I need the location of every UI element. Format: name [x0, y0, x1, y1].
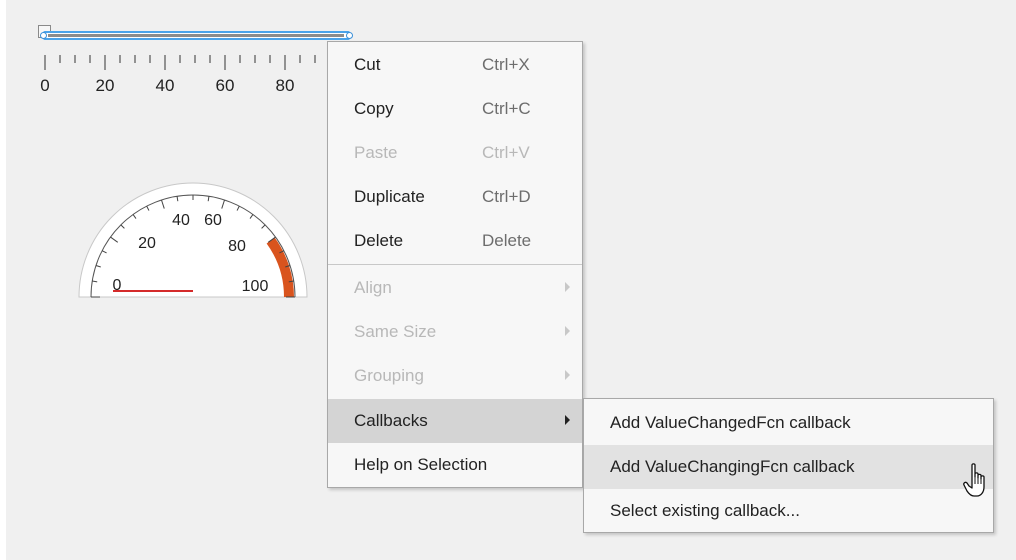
- menu-item-label: Duplicate: [354, 187, 425, 206]
- submenu-arrow-icon: [565, 326, 570, 336]
- submenu-arrow-icon: [565, 282, 570, 292]
- menu-item-label: Paste: [354, 143, 398, 162]
- menu-item-shortcut: Ctrl+V: [482, 143, 530, 162]
- slider-tick-label-40: 40: [155, 76, 175, 95]
- submenu-arrow-icon: [565, 415, 570, 425]
- menu-item-shortcut: Ctrl+X: [482, 55, 530, 74]
- submenu-arrow-icon: [565, 370, 570, 380]
- gauge-label-40: 40: [172, 212, 190, 229]
- menu-item-label: Add ValueChangedFcn callback: [610, 413, 851, 432]
- submenu-item-add-valuechangedfcn[interactable]: Add ValueChangedFcn callback: [584, 401, 993, 445]
- menu-item-label: Help on Selection: [354, 455, 488, 474]
- submenu-item-add-valuechangingfcn[interactable]: Add ValueChangingFcn callback: [584, 445, 993, 489]
- menu-item-duplicate[interactable]: Duplicate Ctrl+D: [328, 175, 582, 219]
- submenu-item-select-existing-callback[interactable]: Select existing callback...: [584, 489, 993, 533]
- callbacks-submenu: Add ValueChangedFcn callback Add ValueCh…: [583, 398, 994, 533]
- slider-component[interactable]: 0 20 40 60 80 100: [34, 22, 364, 102]
- menu-item-align[interactable]: Align: [328, 266, 582, 310]
- slider-ticks: [44, 55, 346, 70]
- menu-item-paste[interactable]: Paste Ctrl+V: [328, 131, 582, 175]
- menu-item-label: Cut: [354, 55, 381, 74]
- menu-item-callbacks[interactable]: Callbacks: [328, 399, 582, 443]
- gauge-label-100: 100: [241, 278, 269, 295]
- menu-item-label: Copy: [354, 99, 394, 118]
- gauge-label-60: 60: [204, 212, 222, 229]
- menu-item-cut[interactable]: Cut Ctrl+X: [328, 43, 582, 87]
- gauge-dial: [78, 182, 308, 298]
- gauge-component[interactable]: 0 20 40 60 80 100: [73, 174, 313, 302]
- gauge-label-20: 20: [138, 235, 156, 252]
- menu-item-help-on-selection[interactable]: Help on Selection: [328, 443, 582, 487]
- menu-item-label: Align: [354, 278, 392, 297]
- slider-tick-label-60: 60: [215, 76, 235, 95]
- menu-item-label: Add ValueChangingFcn callback: [610, 457, 855, 476]
- menu-separator: [328, 264, 582, 265]
- menu-item-label: Grouping: [354, 366, 424, 385]
- menu-item-shortcut: Ctrl+D: [482, 187, 531, 206]
- context-menu: Cut Ctrl+X Copy Ctrl+C Paste Ctrl+V Dupl…: [327, 41, 583, 488]
- slider-tick-label-0: 0: [40, 76, 50, 95]
- menu-item-delete[interactable]: Delete Delete: [328, 219, 582, 263]
- menu-item-copy[interactable]: Copy Ctrl+C: [328, 87, 582, 131]
- menu-item-label: Callbacks: [354, 411, 428, 430]
- menu-item-shortcut: Ctrl+C: [482, 99, 531, 118]
- menu-item-label: Same Size: [354, 322, 437, 341]
- gauge-label-80: 80: [228, 238, 246, 255]
- menu-item-same-size[interactable]: Same Size: [328, 310, 582, 354]
- gauge-label-0: 0: [112, 277, 122, 294]
- slider-tick-label-80: 80: [275, 76, 295, 95]
- menu-item-label: Delete: [354, 231, 404, 250]
- hand-pointer-icon: [963, 463, 985, 497]
- menu-item-label: Select existing callback...: [610, 501, 800, 520]
- slider-tick-label-20: 20: [95, 76, 115, 95]
- menu-item-shortcut: Delete: [482, 231, 532, 250]
- menu-item-grouping[interactable]: Grouping: [328, 354, 582, 398]
